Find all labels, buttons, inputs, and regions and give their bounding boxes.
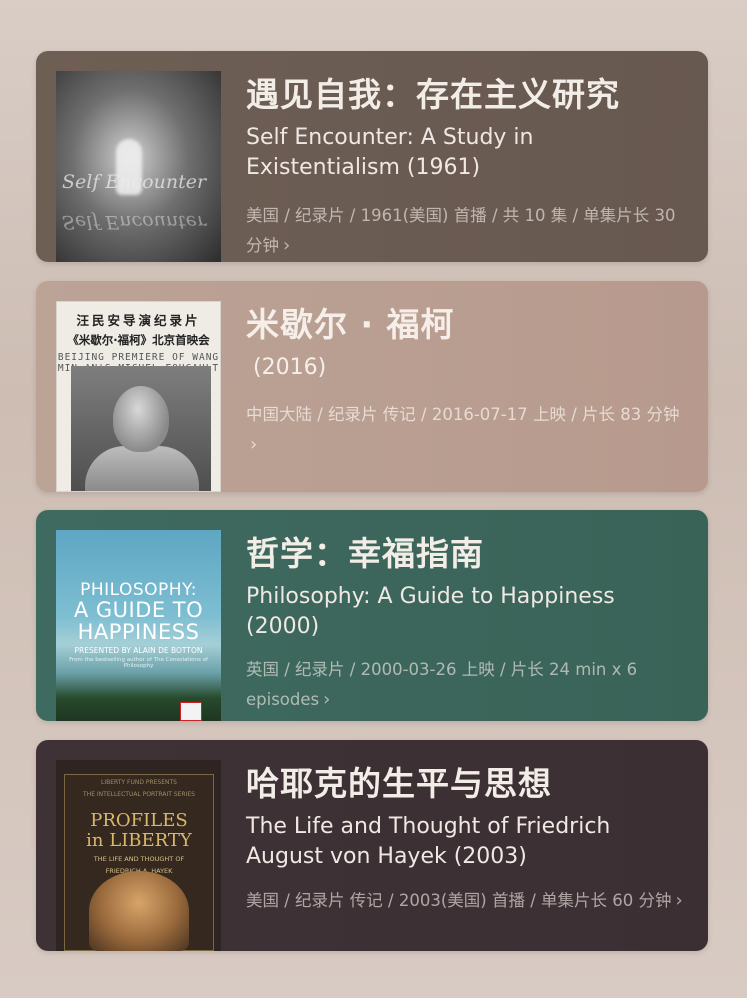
poster-portrait-face	[89, 871, 189, 951]
poster-title-text: Self Encounter	[62, 171, 207, 193]
poster-self-encounter[interactable]: Self Encounter Self Encounter	[56, 71, 221, 262]
card-info: 米歇尔 · 福柯 (2016)	[246, 303, 694, 383]
card-meta[interactable]: 美国 / 纪录片 传记 / 2003(美国) 首播 / 单集片长 60 分钟 ›	[246, 886, 688, 916]
chevron-right-icon: ›	[283, 235, 291, 256]
title-english: (2016)	[246, 355, 327, 380]
card-meta[interactable]: 中国大陆 / 纪录片 传记 / 2016-07-17 上映 / 片长 83 分钟…	[246, 400, 688, 460]
card-info: 遇见自我：存在主义研究 Self Encounter: A Study in E…	[246, 73, 694, 183]
movie-card-hayek[interactable]: LIBERTY FUND PRESENTS THE INTELLECTUAL P…	[36, 740, 708, 951]
poster-frame: LIBERTY FUND PRESENTS THE INTELLECTUAL P…	[64, 774, 214, 951]
poster-line-3: HAPPINESS	[77, 620, 200, 644]
poster-line-1: 汪民安导演纪录片	[76, 313, 201, 328]
portrait-head	[113, 386, 169, 452]
card-info: 哈耶克的生平与思想 The Life and Thought of Friedr…	[246, 762, 694, 872]
meta-text: 中国大陆 / 纪录片 传记 / 2016-07-17 上映 / 片长 83 分钟	[246, 405, 680, 424]
card-meta[interactable]: 英国 / 纪录片 / 2000-03-26 上映 / 片长 24 min x 6…	[246, 655, 688, 715]
movie-card-self-encounter[interactable]: Self Encounter Self Encounter 遇见自我：存在主义研…	[36, 51, 708, 262]
card-meta[interactable]: 美国 / 纪录片 / 1961(美国) 首播 / 共 10 集 / 单集片长 3…	[246, 201, 688, 261]
poster-hayek[interactable]: LIBERTY FUND PRESENTS THE INTELLECTUAL P…	[56, 760, 221, 951]
title-chinese: 遇见自我：存在主义研究	[246, 75, 620, 114]
poster-line-5: THE LIFE AND THOUGHT OF	[93, 855, 185, 863]
portrait-body	[85, 446, 199, 491]
meta-text: 英国 / 纪录片 / 2000-03-26 上映 / 片长 24 min x 6…	[246, 660, 638, 709]
title-english: The Life and Thought of Friedrich August…	[246, 814, 611, 869]
poster-line-2: 《米歇尔·福柯》北京首映会	[67, 333, 210, 347]
poster-portrait-photo	[71, 366, 211, 491]
chevron-right-icon: ›	[675, 890, 683, 911]
title-chinese: 哲学：幸福指南	[246, 534, 484, 573]
poster-line-5: From the bestselling author of The Conso…	[69, 657, 208, 669]
poster-line-2: A GUIDE TO	[73, 598, 204, 622]
meta-text: 美国 / 纪录片 传记 / 2003(美国) 首播 / 单集片长 60 分钟	[246, 891, 672, 910]
poster-title-reflection: Self Encounter	[62, 211, 207, 233]
chevron-right-icon: ›	[250, 434, 258, 455]
title-chinese: 哈耶克的生平与思想	[246, 764, 552, 803]
card-info: 哲学：幸福指南 Philosophy: A Guide to Happiness…	[246, 532, 694, 642]
title-chinese: 米歇尔 · 福柯	[246, 305, 455, 344]
poster-line-3: PROFILES	[90, 810, 188, 831]
poster-foucault[interactable]: 汪民安导演纪录片 《米歇尔·福柯》北京首映会 BEIJING PREMIERE …	[56, 301, 221, 492]
chevron-right-icon: ›	[323, 689, 331, 710]
movie-card-foucault[interactable]: 汪民安导演纪录片 《米歇尔·福柯》北京首映会 BEIJING PREMIERE …	[36, 281, 708, 492]
poster-line-2: THE INTELLECTUAL PORTRAIT SERIES	[83, 791, 195, 798]
poster-philosophy[interactable]: PHILOSOPHY: A GUIDE TO HAPPINESS PRESENT…	[56, 530, 221, 721]
poster-line-4: PRESENTED BY ALAIN DE BOTTON	[74, 646, 203, 655]
poster-line-1: LIBERTY FUND PRESENTS	[101, 779, 177, 786]
poster-line-3: BEIJING PREMIERE OF WANG	[57, 352, 220, 363]
title-english: Self Encounter: A Study in Existentialis…	[246, 125, 534, 180]
poster-badge-icon	[180, 702, 202, 721]
meta-text: 美国 / 纪录片 / 1961(美国) 首播 / 共 10 集 / 单集片长 3…	[246, 206, 676, 255]
poster-line-4: in LIBERTY	[86, 830, 192, 851]
movie-card-philosophy[interactable]: PHILOSOPHY: A GUIDE TO HAPPINESS PRESENT…	[36, 510, 708, 721]
title-english: Philosophy: A Guide to Happiness (2000)	[246, 584, 615, 639]
poster-line-1: PHILOSOPHY:	[80, 580, 197, 600]
